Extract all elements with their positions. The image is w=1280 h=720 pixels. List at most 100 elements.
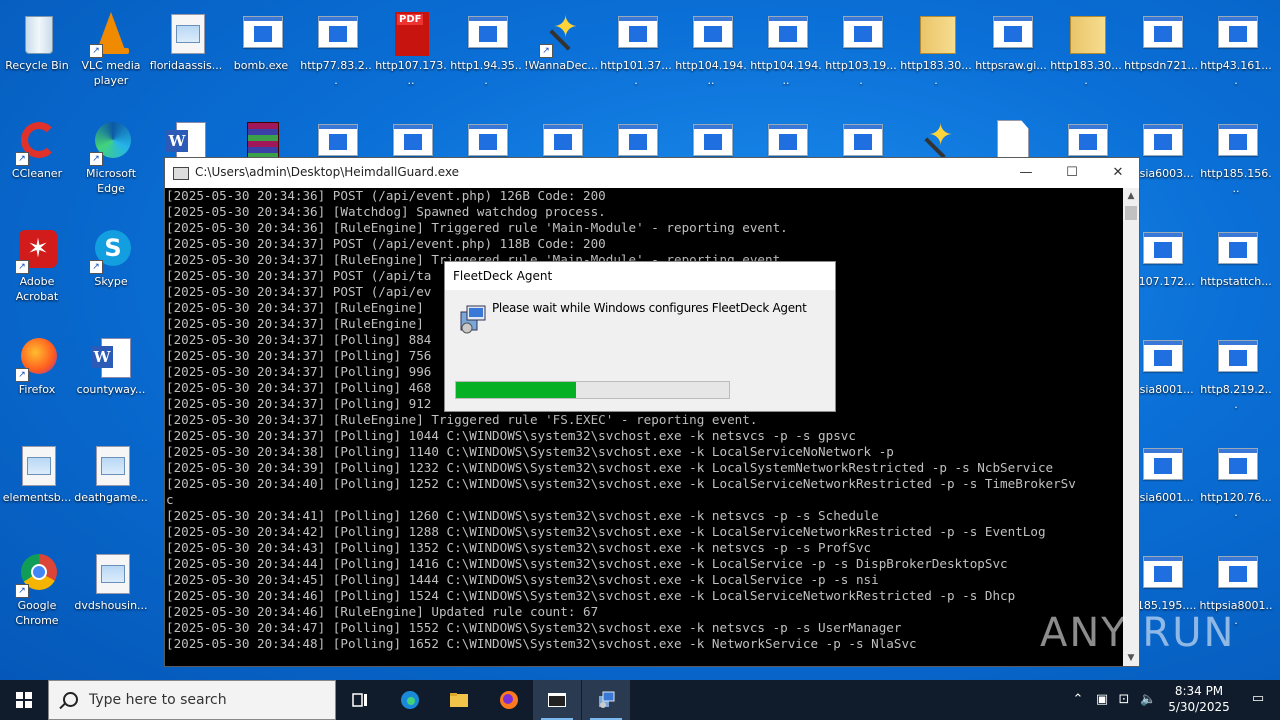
- desktop-icon[interactable]: Wcountyway...: [74, 330, 148, 430]
- win-icon: [462, 10, 510, 58]
- console-icon: [548, 693, 566, 707]
- search-icon: [63, 692, 78, 707]
- notifications-icon[interactable]: ▭: [1250, 691, 1266, 707]
- win-icon: [1137, 442, 1185, 490]
- word-icon: W: [87, 334, 135, 382]
- desktop-icon[interactable]: dvdshousin...: [74, 546, 148, 646]
- clock-time: 8:34 PM: [1174, 684, 1224, 698]
- desktop-icon[interactable]: http104.194...: [674, 6, 748, 106]
- desktop-icon[interactable]: http103.19....: [824, 6, 898, 106]
- desktop-icon[interactable]: http77.83.2...: [299, 6, 373, 106]
- folder-icon: [912, 10, 960, 58]
- volume-icon[interactable]: 🔈: [1140, 692, 1156, 708]
- chevron-up-icon[interactable]: ⌃: [1070, 692, 1086, 708]
- win-icon: [1137, 550, 1185, 598]
- folder-icon: [450, 693, 468, 707]
- desktop-icon[interactable]: deathgame...: [74, 438, 148, 538]
- console-window[interactable]: C:\Users\admin\Desktop\HeimdallGuard.exe…: [164, 157, 1140, 667]
- win-icon: [1212, 442, 1260, 490]
- start-button[interactable]: [0, 680, 48, 720]
- desktop-icon-label: Recycle Bin: [5, 59, 69, 72]
- desktop-icon[interactable]: PDF http107.173...: [374, 6, 448, 106]
- desktop-icon-label: http8.219.2...: [1200, 383, 1272, 411]
- shortcut-arrow-icon: ↗: [89, 260, 103, 274]
- win-icon: [762, 10, 810, 58]
- console-text: [2025-05-30 20:34:36] POST (/api/event.p…: [166, 188, 1076, 651]
- desktop-icon[interactable]: http183.30....: [1049, 6, 1123, 106]
- desktop-icon[interactable]: http183.30....: [899, 6, 973, 106]
- win-icon: [687, 10, 735, 58]
- shortcut-arrow-icon: ↗: [15, 368, 29, 382]
- maximize-button[interactable]: ☐: [1049, 158, 1095, 188]
- desktop-icon-label: Microsoft Edge: [85, 167, 137, 195]
- desktop-icon-label: http185.156...: [1200, 167, 1272, 195]
- pdf-icon: PDF: [387, 10, 435, 58]
- desktop-icon[interactable]: http185.156...: [1199, 114, 1273, 214]
- desktop-icon-label: Firefox: [18, 383, 56, 396]
- clock[interactable]: 8:34 PM 5/30/2025: [1164, 683, 1234, 715]
- desktop-icon[interactable]: bomb.exe: [224, 6, 298, 106]
- win-icon: [987, 10, 1035, 58]
- desktop-icon-label: http104.194...: [675, 59, 747, 87]
- desktop-icon-label: http183.30....: [900, 59, 972, 87]
- desktop-icon[interactable]: ↗ Google Chrome: [0, 546, 74, 646]
- network-icon[interactable]: ⊡: [1116, 692, 1132, 708]
- desktop-icon-label: http101.37....: [600, 59, 672, 87]
- win-icon: [1212, 226, 1260, 274]
- taskbar-edge[interactable]: [386, 680, 434, 720]
- desktop-icon[interactable]: Recycle Bin: [0, 6, 74, 106]
- ff-icon: ↗: [13, 334, 61, 382]
- desktop-icon[interactable]: floridaassis...: [149, 6, 223, 106]
- desktop-icon-label: http107.173...: [375, 59, 447, 87]
- install-progress-fill: [456, 382, 577, 398]
- desktop-icon[interactable]: ↗ CCleaner: [0, 114, 74, 214]
- win-icon: [237, 10, 285, 58]
- console-scrollbar[interactable]: ▲ ▼: [1123, 188, 1139, 666]
- desktop-icon[interactable]: ↗ Firefox: [0, 330, 74, 430]
- win-icon: [1212, 334, 1260, 382]
- desktop-icon[interactable]: http43.161....: [1199, 6, 1273, 106]
- shortcut-arrow-icon: ↗: [89, 44, 103, 58]
- device-icon[interactable]: ▣: [1094, 692, 1110, 708]
- desktop-icon-label: CCleaner: [11, 167, 63, 180]
- console-titlebar[interactable]: C:\Users\admin\Desktop\HeimdallGuard.exe…: [165, 158, 1139, 188]
- win-icon: [1212, 118, 1260, 166]
- desktop-icon[interactable]: ↗ VLC media player: [74, 6, 148, 106]
- task-view-button[interactable]: [336, 680, 384, 720]
- taskbar-console[interactable]: [533, 680, 581, 720]
- desktop-icon-label: VLC media player: [81, 59, 141, 87]
- install-progress-bar: [455, 381, 730, 399]
- taskbar-search[interactable]: Type here to search: [48, 680, 336, 720]
- desktop-icon-label: httpsdn721...: [1124, 59, 1198, 72]
- desktop-icon[interactable]: http120.76....: [1199, 438, 1273, 538]
- desktop-icon-label: deathgame...: [74, 491, 148, 504]
- desktop-icon[interactable]: http8.219.2...: [1199, 330, 1273, 430]
- desktop-icon[interactable]: ✦ ↗ !WannaDec...: [524, 6, 598, 106]
- desktop-icon[interactable]: S ↗ Skype: [74, 222, 148, 322]
- taskbar-installer[interactable]: [582, 680, 630, 720]
- console-output[interactable]: [2025-05-30 20:34:36] POST (/api/event.p…: [165, 188, 1123, 666]
- desktop-icon[interactable]: ↗ Microsoft Edge: [74, 114, 148, 214]
- scroll-up-icon[interactable]: ▲: [1123, 188, 1139, 204]
- dialog-message: Please wait while Windows configures Fle…: [492, 301, 807, 315]
- desktop-icon[interactable]: httpstattch...: [1199, 222, 1273, 322]
- desktop-icon[interactable]: elementsb...: [0, 438, 74, 538]
- taskbar-file-explorer[interactable]: [435, 680, 483, 720]
- desktop-icon-label: Skype: [94, 275, 128, 288]
- minimize-button[interactable]: —: [1003, 158, 1049, 188]
- shortcut-arrow-icon: ↗: [89, 152, 103, 166]
- fleetdeck-dialog[interactable]: FleetDeck Agent Please wait while Window…: [444, 261, 836, 412]
- close-button[interactable]: ✕: [1095, 158, 1141, 188]
- desktop-icon[interactable]: httpsdn721...: [1124, 6, 1198, 106]
- desktop-icon[interactable]: http101.37....: [599, 6, 673, 106]
- desktop-icon[interactable]: ✶ ↗ Adobe Acrobat: [0, 222, 74, 322]
- shortcut-arrow-icon: ↗: [15, 152, 29, 166]
- desktop-icon[interactable]: http1.94.35...: [449, 6, 523, 106]
- img-icon: [87, 550, 135, 598]
- desktop-icon[interactable]: httpsraw.gi...: [974, 6, 1048, 106]
- scroll-thumb[interactable]: [1125, 206, 1137, 220]
- win-icon: [1212, 10, 1260, 58]
- desktop-icon[interactable]: http104.194...: [749, 6, 823, 106]
- desktop-icon-label: http104.194...: [750, 59, 822, 87]
- taskbar-firefox[interactable]: [485, 680, 533, 720]
